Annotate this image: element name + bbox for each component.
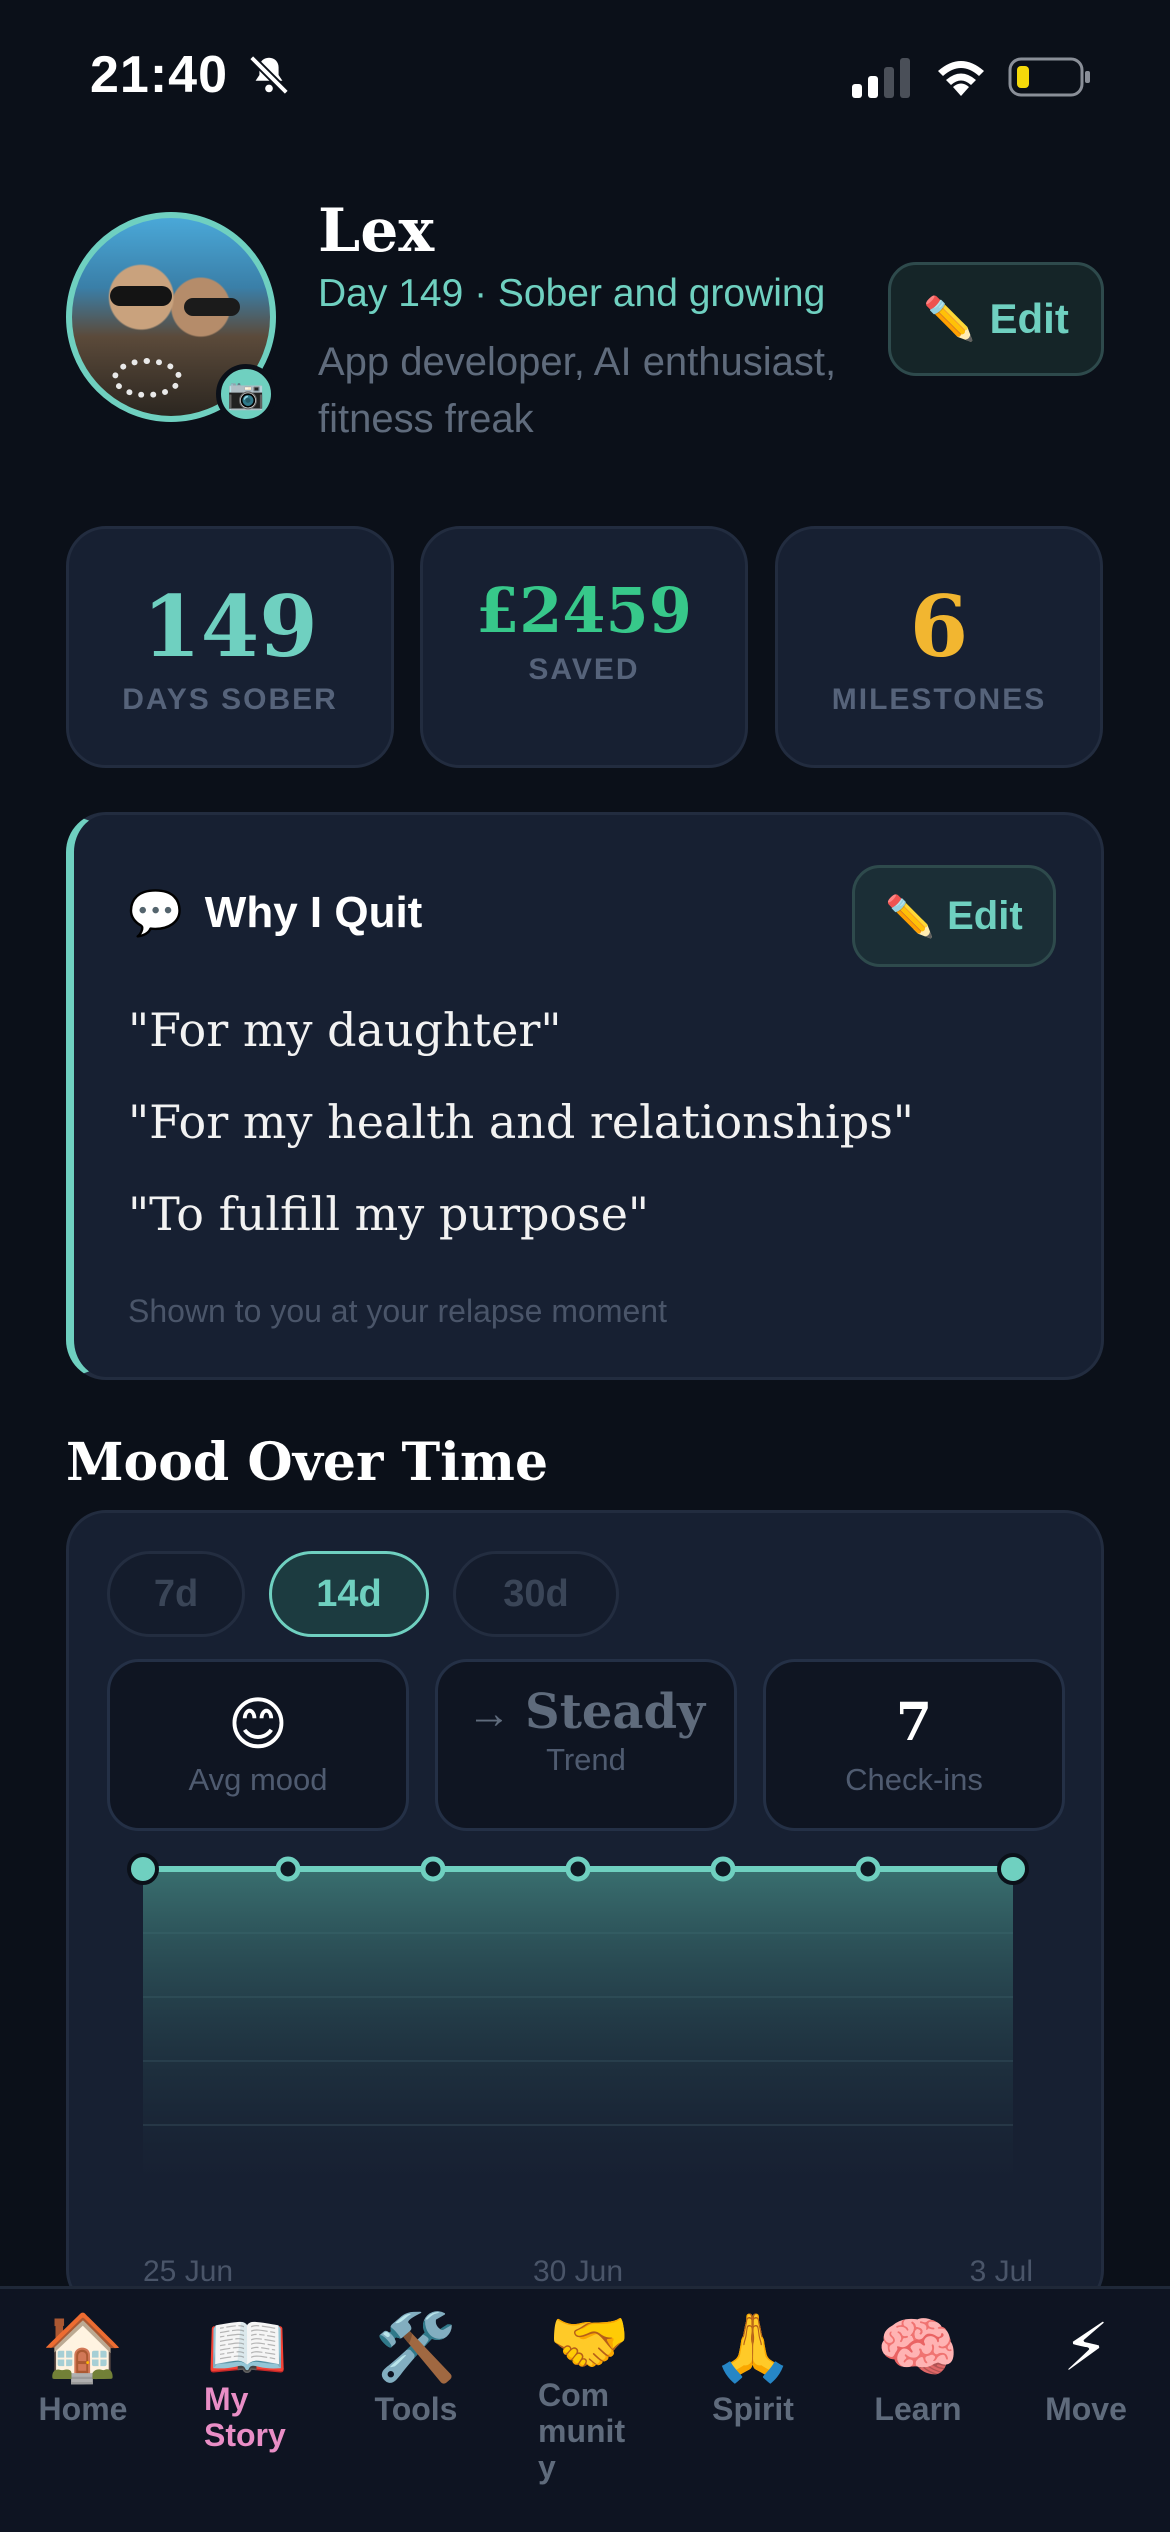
smile-icon: 😊 xyxy=(227,1692,289,1757)
nav-move[interactable]: ⚡ Move xyxy=(1011,2307,1161,2427)
reason-item: "For my daughter" xyxy=(128,1003,562,1057)
why-title-text: Why I Quit xyxy=(204,888,423,937)
status-time: 21:40 xyxy=(90,46,228,104)
mood-point xyxy=(420,1856,446,1882)
mood-point xyxy=(855,1856,881,1882)
why-title: 💬 Why I Quit xyxy=(128,887,422,939)
signal-icon xyxy=(852,58,910,98)
stat-label: DAYS SOBER xyxy=(122,683,338,716)
nav-tools[interactable]: 🛠️ Tools xyxy=(341,2307,491,2427)
nav-label: Spirit xyxy=(712,2391,794,2427)
checkins-value: 7 xyxy=(895,1692,933,1753)
nav-spirit[interactable]: 🙏 Spirit xyxy=(678,2307,828,2427)
range-14d-tab[interactable]: 14d xyxy=(269,1551,429,1637)
x-tick-label: 25 Jun xyxy=(143,2255,233,2288)
range-7d-tab[interactable]: 7d xyxy=(107,1551,245,1637)
stat-label: SAVED xyxy=(528,653,640,686)
wifi-icon xyxy=(938,61,984,96)
bottom-nav: 🏠 Home 📖 My Story 🛠️ Tools 🤝 Community 🙏… xyxy=(0,2286,1170,2532)
book-icon: 📖 xyxy=(206,2310,289,2384)
pencil-icon: ✏️ xyxy=(885,894,936,939)
reason-item: "For my health and relationships" xyxy=(128,1095,914,1149)
stat-milestones: 6 MILESTONES xyxy=(775,526,1103,768)
handshake-icon: 🤝 xyxy=(548,2305,631,2379)
tools-icon: 🛠️ xyxy=(374,2310,458,2384)
battery-icon xyxy=(1008,57,1090,97)
mood-area xyxy=(143,1869,1013,2183)
checkins-stat: 7 Check-ins xyxy=(763,1659,1065,1831)
trend-label: Trend xyxy=(546,1742,626,1777)
nav-label: Home xyxy=(38,2391,128,2427)
checkins-label: Check-ins xyxy=(845,1762,983,1797)
mood-point xyxy=(997,1853,1029,1885)
pencil-icon: ✏️ xyxy=(923,294,976,342)
bell-off-icon xyxy=(249,55,289,95)
edit-label: Edit xyxy=(989,295,1069,342)
camera-icon[interactable]: 📷 xyxy=(216,364,276,424)
stat-value: 6 xyxy=(909,577,969,676)
profile-bio: App developer, AI enthusiast, fitness fr… xyxy=(318,340,837,441)
edit-profile-button[interactable]: ✏️ Edit xyxy=(888,262,1104,376)
avg-mood-stat: 😊 Avg mood xyxy=(107,1659,409,1831)
x-tick-label: 30 Jun xyxy=(533,2255,623,2288)
nav-label: Learn xyxy=(874,2391,962,2427)
edit-label: Edit xyxy=(947,893,1023,938)
status-bar: 21:40 xyxy=(0,0,1170,150)
mood-point xyxy=(710,1856,736,1882)
stat-value: £2459 xyxy=(476,574,692,647)
nav-label: Community xyxy=(538,2377,626,2485)
trend-value: Steady xyxy=(525,1684,705,1740)
mood-card: 7d 14d 30d 😊 Avg mood → Steady Trend 7 C… xyxy=(66,1510,1104,2310)
arrow-right-icon: → xyxy=(467,1689,512,1738)
house-icon: 🏠 xyxy=(41,2310,125,2384)
nav-label: Tools xyxy=(374,2391,458,2427)
nav-learn[interactable]: 🧠 Learn xyxy=(843,2307,993,2427)
stat-days-sober: 149 DAYS SOBER xyxy=(66,526,394,768)
trend-stat: → Steady Trend xyxy=(435,1659,737,1831)
x-tick-label: 3 Jul xyxy=(970,2255,1033,2288)
mood-chart: 25 Jun 30 Jun 3 Jul xyxy=(127,1853,1033,2288)
profile-subtitle: Day 149 · Sober and growing xyxy=(318,272,826,315)
avg-mood-label: Avg mood xyxy=(188,1762,328,1797)
why-i-quit-card: 💬 Why I Quit ✏️ Edit "For my daughter" "… xyxy=(66,812,1104,1380)
reason-item: "To fulfill my purpose" xyxy=(128,1187,650,1241)
nav-my-story[interactable]: 📖 My Story xyxy=(166,2307,316,2453)
mood-point xyxy=(275,1856,301,1882)
mood-point xyxy=(565,1856,591,1882)
stat-saved: £2459 SAVED xyxy=(420,526,748,768)
stat-value: 149 xyxy=(142,577,318,676)
nav-label: My Story xyxy=(204,2381,286,2453)
edit-reasons-button[interactable]: ✏️ Edit xyxy=(852,865,1056,967)
mood-point xyxy=(127,1853,159,1885)
speech-bubble-icon: 💬 xyxy=(128,889,183,938)
nav-community[interactable]: 🤝 Community xyxy=(506,2307,656,2485)
stat-label: MILESTONES xyxy=(831,683,1047,716)
why-note: Shown to you at your relapse moment xyxy=(128,1293,667,1329)
mood-section-title: Mood Over Time xyxy=(66,1432,549,1493)
profile-avatar[interactable]: 📷 xyxy=(66,212,276,424)
range-30d-tab[interactable]: 30d xyxy=(453,1551,619,1637)
profile-name: Lex xyxy=(318,196,435,266)
lightning-icon: ⚡ xyxy=(1062,2310,1110,2384)
nav-home[interactable]: 🏠 Home xyxy=(8,2307,158,2427)
nav-label: Move xyxy=(1045,2391,1127,2427)
brain-icon: 🧠 xyxy=(876,2310,960,2384)
praying-hands-icon: 🙏 xyxy=(711,2310,795,2384)
